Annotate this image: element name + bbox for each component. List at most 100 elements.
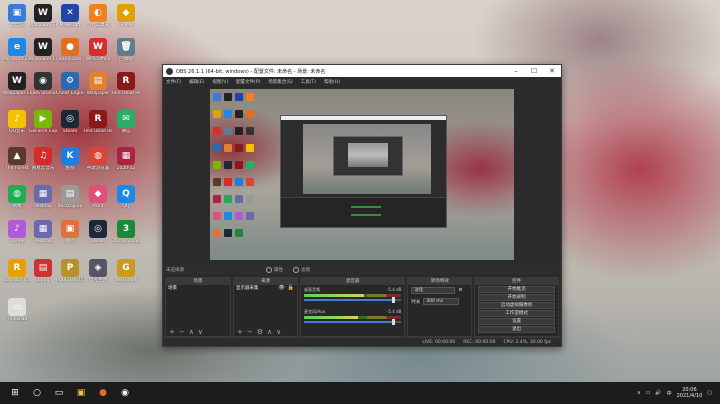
obs-titlebar[interactable]: OBS 26.1.1 (64-bit, windows) - 配置文件: 未命名… (163, 65, 561, 77)
start-button[interactable]: ⊞ (8, 386, 22, 400)
desktop-icon[interactable]: WWallpaper Engine (29, 4, 57, 28)
volume-slider[interactable] (303, 319, 402, 325)
filters-button[interactable]: 滤镜 (293, 266, 310, 273)
desktop-icon[interactable]: ✕ Minecraft (56, 4, 84, 28)
app-icon: W (89, 38, 107, 56)
desktop-icon[interactable]: G WeGame (112, 259, 140, 283)
menu-profile[interactable]: 配置文件(P) (236, 79, 260, 85)
bandicam-icon[interactable]: ● (96, 386, 110, 400)
desktop-icon[interactable]: ◍ 谷歌浏览器 (84, 147, 112, 171)
desktop-icon[interactable]: ▤ desktop.ini (56, 185, 84, 209)
desktop-icon[interactable]: 🗑 回收站 (112, 38, 140, 62)
source-settings-button[interactable]: ⚙ (257, 328, 263, 336)
desktop-icon[interactable]: ◆ Paint (84, 185, 112, 209)
preview-canvas[interactable] (210, 89, 514, 260)
desktop-icon-label: 网易 (12, 204, 22, 209)
minimize-button[interactable]: – (507, 65, 525, 77)
desktop-icon[interactable]: ◐ 小丸工具箱 (84, 4, 112, 28)
desktop-icon[interactable]: WWallpaper Engine (3, 72, 31, 96)
transition-settings-icon[interactable]: ⚙ (458, 288, 462, 293)
desktop-icon[interactable]: 3360 Wallpaper (112, 220, 140, 244)
menu-tools[interactable]: 工具(T) (301, 79, 316, 85)
desktop-icon[interactable]: ● Bandicam (56, 38, 84, 62)
menu-view[interactable]: 视图(V) (212, 79, 228, 85)
menu-file[interactable]: 文件(F) (166, 79, 181, 85)
settings-button[interactable]: 设置 (478, 318, 556, 325)
desktop-icon[interactable]: ♪ QQ音乐 (3, 110, 31, 134)
desktop-icon[interactable]: ◆ Fences (112, 4, 140, 28)
desktop-icon[interactable]: ▦ desktop (29, 185, 57, 209)
task-view-icon[interactable]: ▭ (52, 386, 66, 400)
obs-taskbar-icon[interactable]: ◉ (118, 386, 132, 400)
desktop-icon[interactable]: ▦ desktop (29, 220, 57, 244)
desktop-icon[interactable]: Q QQ (112, 185, 140, 209)
chevron-up-icon[interactable]: ∧ (637, 390, 641, 396)
live-status: LIVE: 00:00:00 (422, 339, 456, 345)
desktop-icon[interactable]: RRockstar Games (3, 259, 31, 283)
desktop-icon[interactable]: ▭ ThinkPad (3, 298, 31, 322)
desktop-icon[interactable]: ▲ The Forest (3, 147, 31, 171)
desktop-icon[interactable]: ◍ 网易 (3, 185, 31, 209)
desktop-icon[interactable]: RRed Dead Redemption (112, 72, 140, 96)
desktop-icon[interactable]: ▦ 2020-12 (112, 147, 140, 171)
volume-slider[interactable] (303, 297, 402, 303)
clock[interactable]: 20:06 2021/4/10 (677, 387, 703, 399)
desktop-icon[interactable]: ▤ 1.png (29, 259, 57, 283)
scene-item[interactable]: 场景 (166, 285, 230, 292)
desktop-icon[interactable]: ▶GeForce Experience (29, 110, 57, 134)
transition-select[interactable]: 淡化 (411, 287, 456, 294)
desktop-icon[interactable]: ◎ Steam (56, 110, 84, 134)
properties-button[interactable]: 属性 (266, 266, 283, 273)
desktop-icon-label: desktop (34, 204, 52, 209)
desktop-icon[interactable]: ▣ 图片 (56, 220, 84, 244)
move-up-button[interactable]: ∧ (267, 328, 272, 336)
exit-button[interactable]: 退出 (478, 326, 556, 333)
ime-icon[interactable]: 中 (667, 390, 672, 397)
obs-window: OBS 26.1.1 (64-bit, windows) - 配置文件: 未命名… (162, 64, 562, 347)
start-streaming-button[interactable]: 开始推流 (478, 286, 556, 293)
desktop-icon[interactable]: eMicrosoft Edge (3, 38, 31, 62)
preview-mini-icon (246, 93, 254, 101)
file-explorer-icon[interactable]: ▣ (74, 386, 88, 400)
move-down-button[interactable]: ∨ (276, 328, 281, 336)
add-scene-button[interactable]: + (169, 328, 175, 336)
desktop-icon[interactable]: ♪ iTunes (3, 220, 31, 244)
desktop-icon[interactable]: K 酷狗 (56, 147, 84, 171)
duration-input[interactable]: 300 ms (423, 298, 460, 305)
desktop-icon[interactable]: ✉ 微信 (112, 110, 140, 134)
search-icon[interactable]: ○ (30, 386, 44, 400)
maximize-button[interactable]: ☐ (525, 65, 543, 77)
desktop-icon[interactable]: WWallpaper Engine (29, 38, 57, 62)
desktop-icon[interactable]: RRed Dead Redemption (84, 110, 112, 134)
desktop-icon[interactable]: ◎ Steam (84, 220, 112, 244)
source-item[interactable]: 显示器采集 👁 🔓 (234, 285, 297, 292)
start-virtual-camera-button[interactable]: 启动虚拟摄像机 (478, 302, 556, 309)
desktop-icon[interactable]: ◈ 坦克世界 (84, 259, 112, 283)
start-recording-button[interactable]: 开始录制 (478, 294, 556, 301)
app-icon: K (61, 147, 79, 165)
desktop-icon[interactable]: W WPS Office (84, 38, 112, 62)
close-button[interactable]: ✕ (543, 65, 561, 77)
add-source-button[interactable]: + (237, 328, 243, 336)
move-up-button[interactable]: ∧ (189, 328, 194, 336)
desktop-icon[interactable]: PPUBG BATTLEGR (56, 259, 84, 283)
lock-icon[interactable]: 🔓 (288, 285, 294, 292)
remove-source-button[interactable]: − (247, 328, 253, 336)
desktop-icon[interactable]: ▣ 此电脑 (3, 4, 31, 28)
visibility-icon[interactable]: 👁 (278, 285, 284, 292)
volume-meter (303, 316, 402, 319)
volume-icon[interactable]: 🔊 (655, 390, 661, 396)
network-icon[interactable]: ▭ (646, 390, 651, 396)
move-down-button[interactable]: ∨ (198, 328, 203, 336)
desktop-icon[interactable]: ⚙ Cheat Engine (56, 72, 84, 96)
studio-mode-button[interactable]: 工作室模式 (478, 310, 556, 317)
preview-mini-icon (213, 212, 221, 220)
desktop-icon[interactable]: ▤ Wallpaper (84, 72, 112, 96)
menu-help[interactable]: 帮助(H) (324, 79, 340, 85)
menu-scene-collection[interactable]: 场景集合(S) (268, 79, 292, 85)
remove-scene-button[interactable]: − (179, 328, 185, 336)
desktop-icon[interactable]: ♫ 网易云音乐 (29, 147, 57, 171)
desktop-icon[interactable]: ◉ OBS Studio (29, 72, 57, 96)
menu-edit[interactable]: 编辑(E) (189, 79, 204, 85)
notification-icon[interactable]: ▢ (707, 390, 712, 396)
